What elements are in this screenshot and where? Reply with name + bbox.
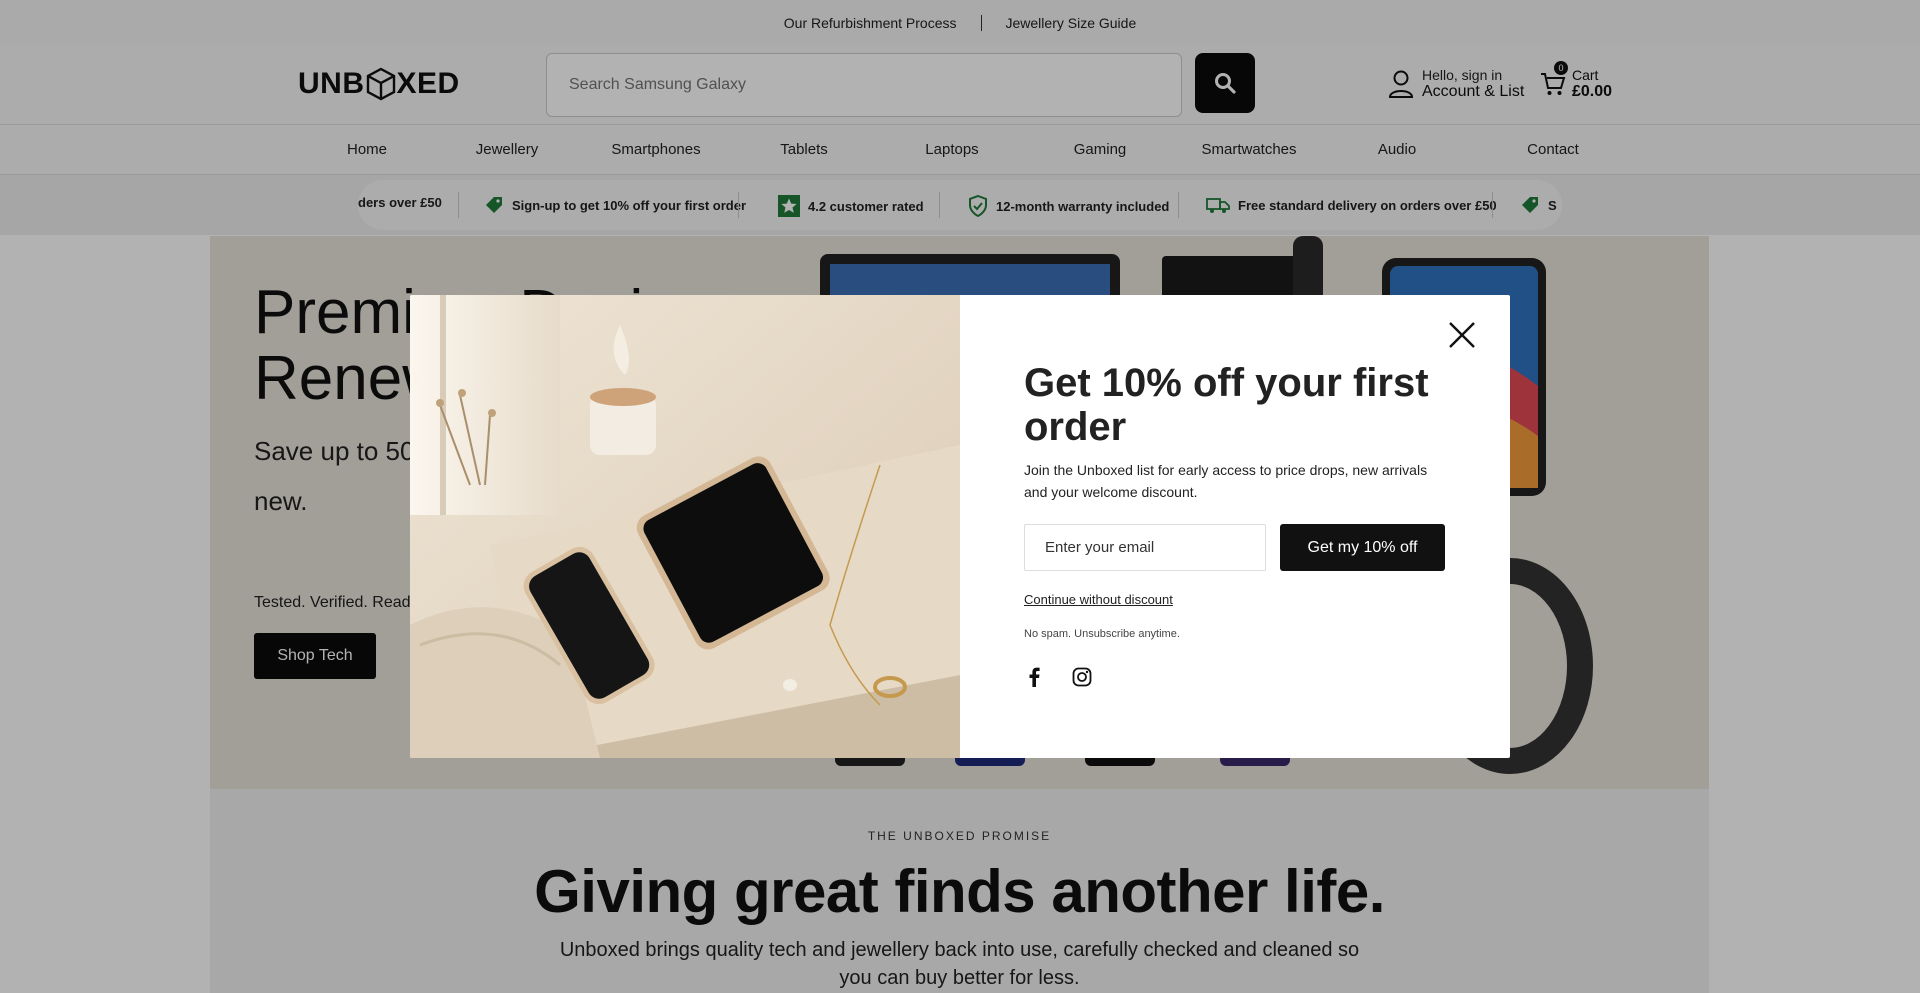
popup-content: Get 10% off your first order Join the Un…	[960, 295, 1510, 758]
continue-without-discount-link[interactable]: Continue without discount	[1024, 592, 1173, 607]
email-field[interactable]	[1024, 524, 1266, 571]
devices-on-tray-illustration	[410, 295, 960, 758]
facebook-icon[interactable]	[1024, 667, 1044, 687]
popup-lifestyle-image	[410, 295, 960, 758]
no-spam-note: No spam. Unsubscribe anytime.	[1024, 628, 1180, 640]
get-discount-button[interactable]: Get my 10% off	[1280, 524, 1445, 571]
popup-title: Get 10% off your first order	[1024, 361, 1429, 449]
instagram-icon[interactable]	[1072, 667, 1092, 687]
close-icon	[1449, 322, 1475, 348]
discount-popup: Get 10% off your first order Join the Un…	[410, 295, 1510, 758]
social-links	[1024, 667, 1092, 687]
popup-description: Join the Unboxed list for early access t…	[1024, 462, 1428, 500]
close-popup-button[interactable]	[1444, 317, 1480, 353]
